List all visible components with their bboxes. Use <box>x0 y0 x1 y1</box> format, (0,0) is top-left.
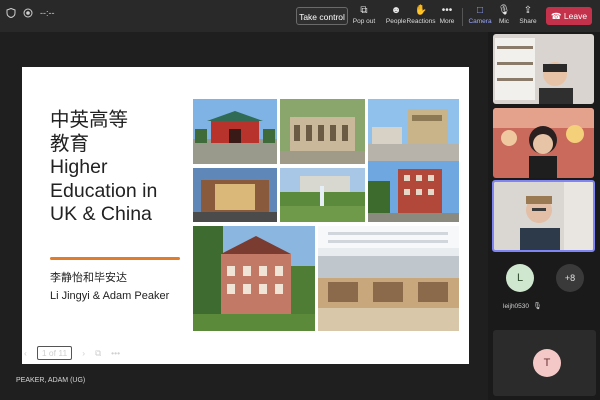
campus-photo-library-interior <box>318 226 459 331</box>
presentation-slide: 中英高等 教育 Higher Education in UK & China 李… <box>22 67 469 364</box>
more-participants-button[interactable]: +8 <box>556 264 584 292</box>
meeting-toolbar: --:-- Take control ⧉ Pop out ☻ People ✋ … <box>0 0 600 32</box>
slide-navigation: ‹ 1 of 11 › ⧉ ••• <box>24 346 120 360</box>
participant-avatar-l[interactable]: L <box>506 264 534 292</box>
slide-title-line: 中英高等 <box>50 109 129 131</box>
share-label: Share <box>519 18 537 25</box>
slide-title-line: Higher <box>50 156 108 178</box>
pop-out-button[interactable]: ⧉ Pop out <box>349 4 379 25</box>
mic-muted-icon: 🎙 <box>533 303 542 310</box>
mic-label: Mic <box>498 18 510 25</box>
meeting-timer: --:-- <box>40 8 55 18</box>
campus-photo-gate <box>193 99 277 164</box>
slide-title: 中英高等 教育 Higher Education in UK & China <box>50 109 190 227</box>
slide-title-line: 教育 <box>50 132 90 155</box>
next-slide-icon[interactable]: › <box>82 348 85 358</box>
phone-icon: ☎ <box>550 11 562 21</box>
title-underline <box>50 257 180 260</box>
slide-title-line: Education in <box>50 179 158 202</box>
campus-photo-brick-building <box>368 161 459 222</box>
campus-photo-historic-hall <box>193 226 315 331</box>
more-icon: ••• <box>441 5 453 16</box>
pop-out-icon: ⧉ <box>360 5 368 16</box>
more-button[interactable]: ••• More <box>432 4 462 25</box>
participant-video-tile-active[interactable] <box>492 180 595 252</box>
take-control-button[interactable]: Take control <box>296 7 348 25</box>
leave-button[interactable]: ☎ Leave <box>546 7 592 25</box>
pop-out-label: Pop out <box>352 18 376 25</box>
slide-more-icon[interactable]: ••• <box>111 348 120 358</box>
participant-video-tile[interactable] <box>493 108 594 178</box>
share-button[interactable]: ⇪ Share <box>513 4 543 25</box>
people-label: People <box>385 18 407 25</box>
participant-name: leijh0530 <box>503 303 530 310</box>
author-names-chinese: 李静怡和毕安达 <box>50 272 127 284</box>
share-icon: ⇪ <box>523 5 533 16</box>
toolbar-divider <box>462 8 463 26</box>
leave-label: Leave <box>563 11 588 21</box>
slide-page-indicator: 1 of 11 <box>36 346 73 360</box>
previous-slide-icon[interactable]: ‹ <box>24 348 27 358</box>
shared-content-stage: 中英高等 教育 Higher Education in UK & China 李… <box>0 32 488 400</box>
slide-title-line: UK & China <box>50 203 152 225</box>
campus-photo-fountain <box>280 168 365 222</box>
campus-photo-glass-building <box>193 168 277 222</box>
shield-icon[interactable] <box>6 7 16 19</box>
slide-pop-icon[interactable]: ⧉ <box>95 348 101 359</box>
recording-icon <box>23 8 33 18</box>
campus-photo-modern-plaza <box>368 99 459 164</box>
toolbar-left: --:-- <box>6 7 55 19</box>
presenter-name: PEAKER, ADAM (UG) <box>16 377 86 384</box>
participant-video-tile[interactable] <box>493 34 594 104</box>
participant-avatar-t[interactable]: T <box>533 349 561 377</box>
campus-photo-colonnade <box>280 99 365 164</box>
author-names-english: Li Jingyi & Adam Peaker <box>50 290 170 302</box>
more-label: More <box>439 18 455 25</box>
